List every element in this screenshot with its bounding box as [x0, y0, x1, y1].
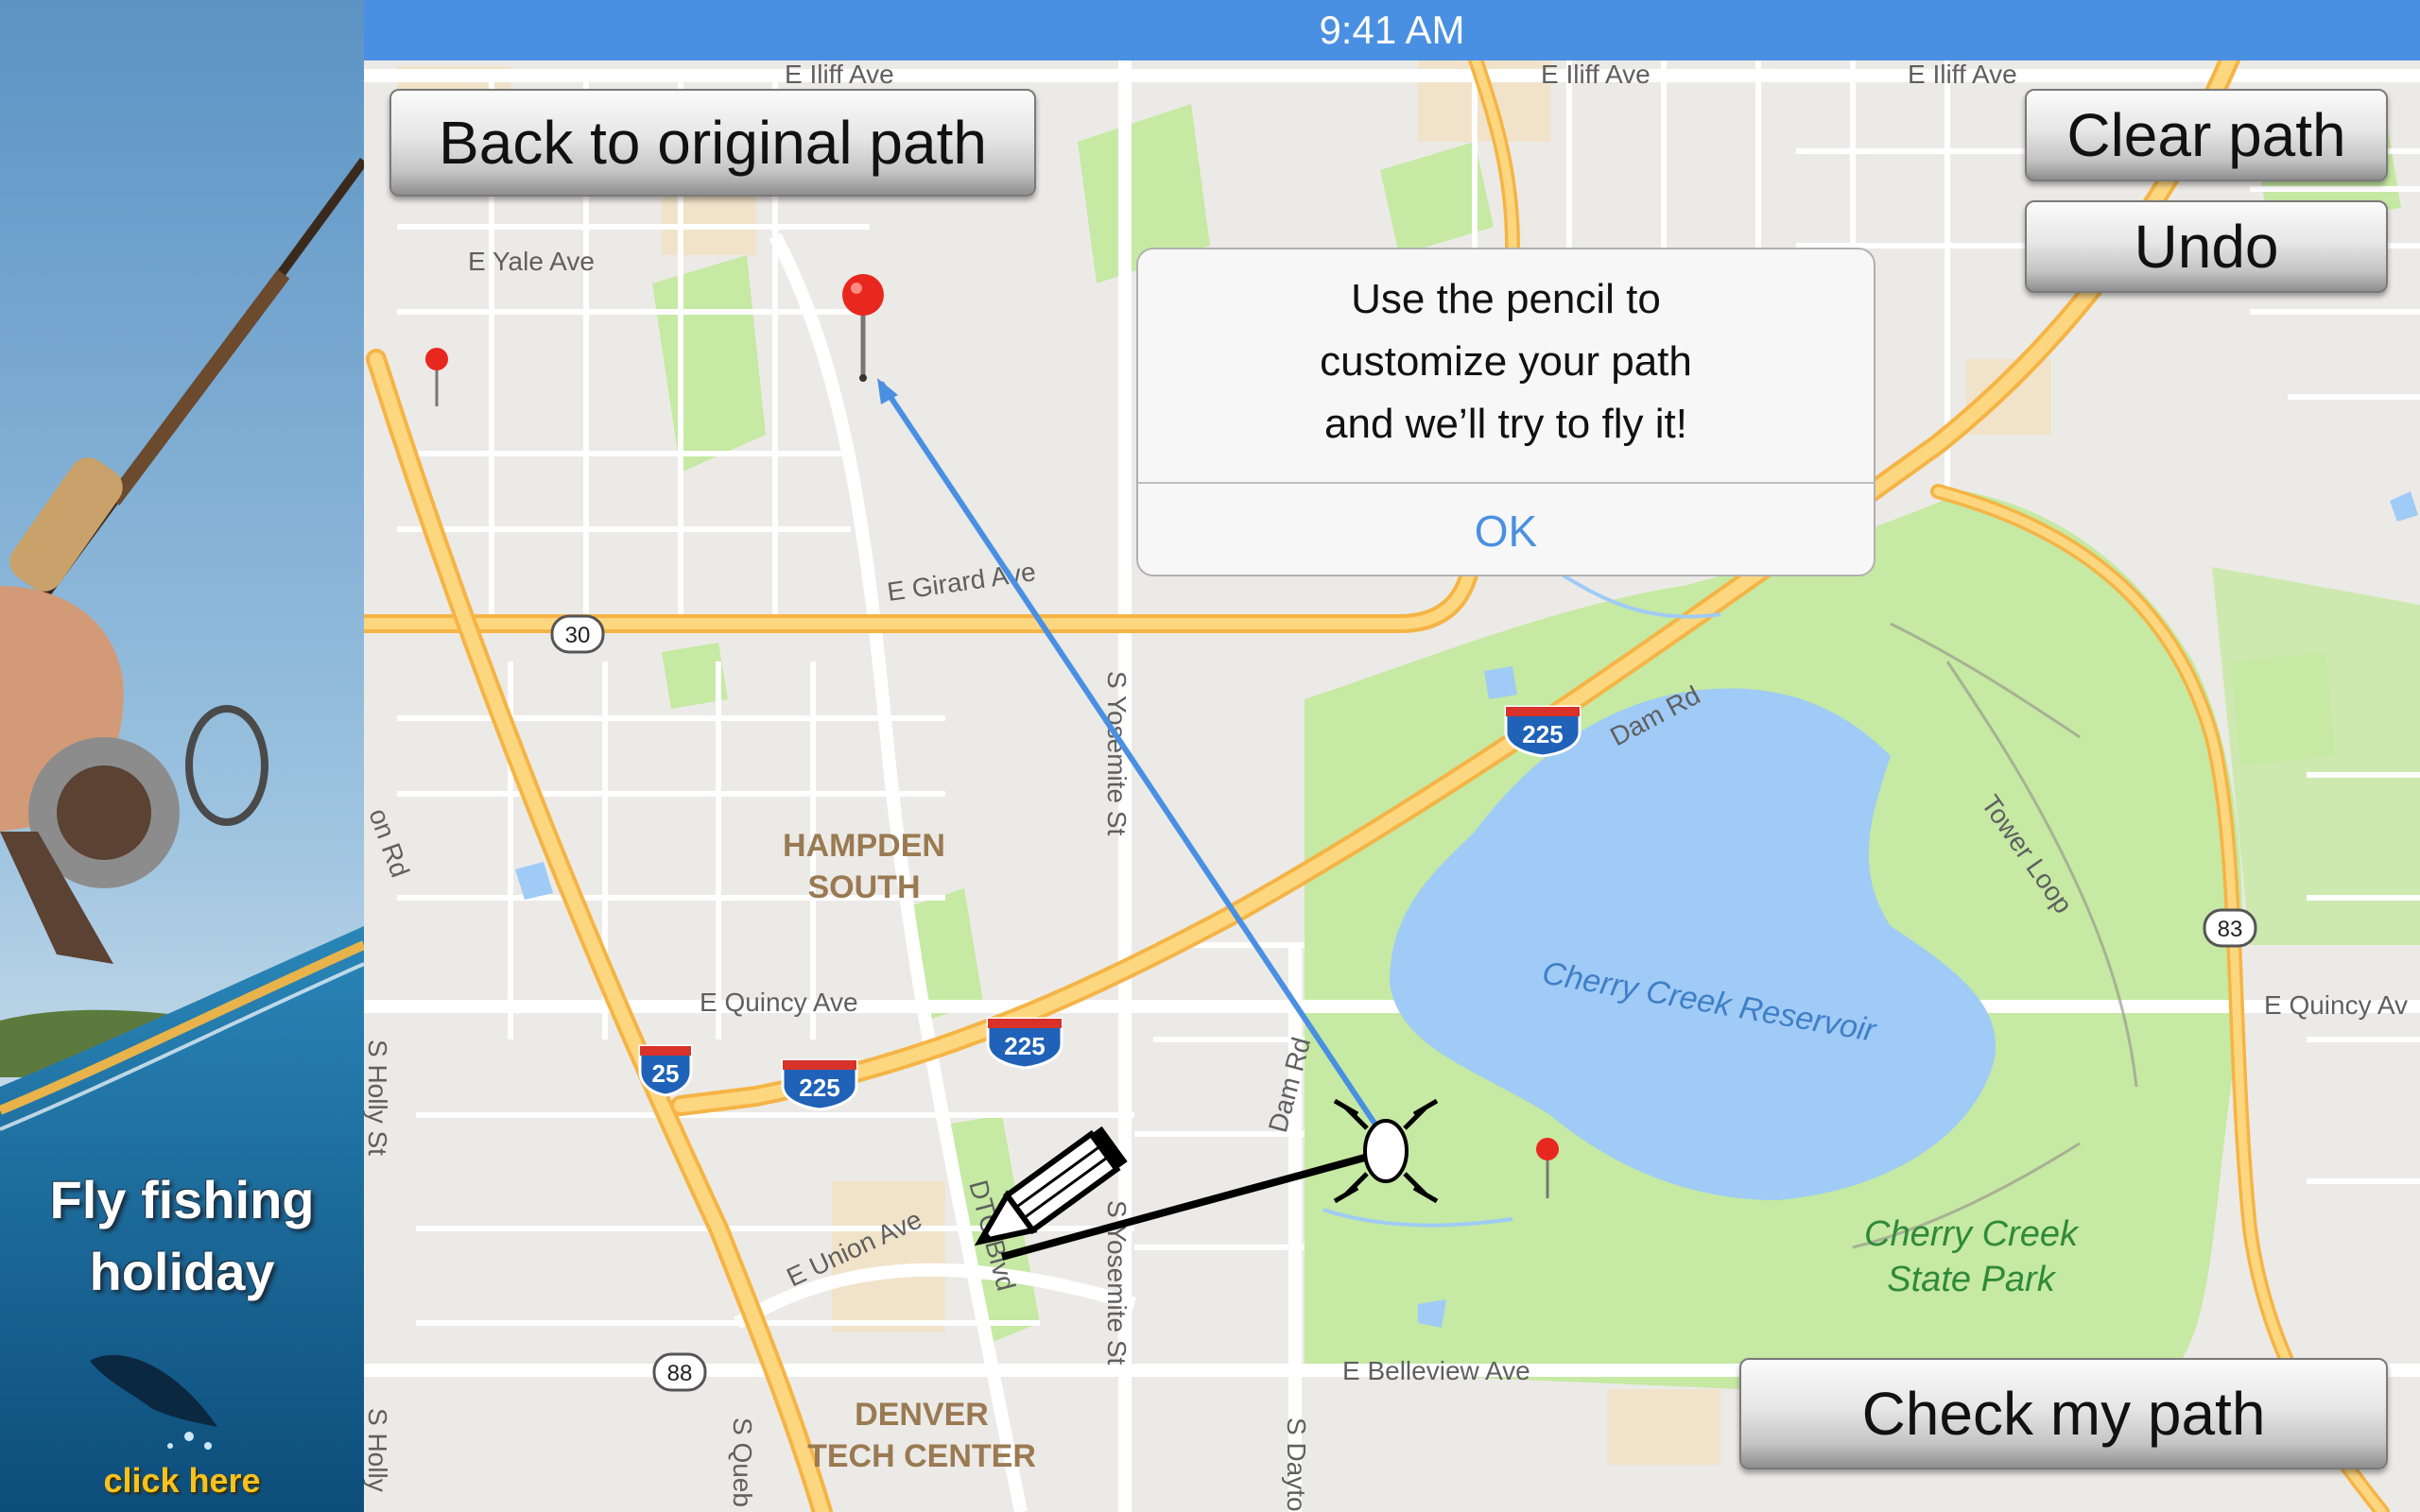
undo-button[interactable]: Undo — [2025, 200, 2388, 293]
label-iliff-right: E Iliff Ave — [1908, 60, 2017, 89]
ad-title: Fly fishing holiday — [0, 1164, 364, 1308]
svg-text:225: 225 — [1522, 720, 1563, 748]
svg-text:25: 25 — [652, 1059, 680, 1088]
ad-banner[interactable]: Fly fishing holiday click here — [0, 0, 364, 1512]
instruction-alert: Use the pencil to customize your path an… — [1136, 248, 1876, 576]
alert-line-2: customize your path — [1320, 338, 1692, 385]
label-iliff-mid: E Iliff Ave — [1541, 60, 1651, 89]
label-park-1: Cherry Creek — [1864, 1214, 2080, 1254]
shield-i25: 25 — [638, 1044, 693, 1097]
svg-text:225: 225 — [799, 1074, 839, 1102]
svg-text:225: 225 — [1004, 1032, 1045, 1060]
label-yale: E Yale Ave — [468, 247, 595, 276]
label-quincy-right: E Quincy Av — [2264, 990, 2408, 1020]
ad-title-line1: Fly fishing — [49, 1170, 315, 1229]
status-time: 9:41 AM — [1319, 8, 1465, 52]
shield-i225-north: 225 — [1504, 705, 1582, 758]
alert-message: Use the pencil to customize your path an… — [1138, 268, 1874, 455]
svg-text:88: 88 — [667, 1361, 693, 1386]
label-quincy: E Quincy Ave — [700, 988, 858, 1017]
label-hampden-2: SOUTH — [808, 869, 921, 905]
label-park-2: State Park — [1887, 1260, 2056, 1299]
label-quebec: S Queb — [728, 1418, 757, 1507]
shield-route-30: 30 — [550, 614, 605, 654]
svg-text:83: 83 — [2218, 917, 2243, 942]
shield-i225-south: 225 — [986, 1017, 1063, 1070]
label-dayton: S Dayto — [1282, 1418, 1311, 1512]
shield-route-83: 83 — [2203, 908, 2257, 948]
shield-route-88: 88 — [652, 1352, 707, 1392]
svg-text:30: 30 — [565, 623, 591, 648]
back-to-original-path-button[interactable]: Back to original path — [389, 89, 1036, 197]
label-holly-south: S Holly — [364, 1408, 392, 1492]
label-dtc-2: TECH CENTER — [807, 1438, 1036, 1474]
label-holly: S Holly St — [364, 1040, 392, 1156]
alert-line-1: Use the pencil to — [1351, 276, 1661, 322]
clear-path-button[interactable]: Clear path — [2025, 89, 2388, 181]
label-dtc-1: DENVER — [855, 1397, 989, 1433]
label-iliff-left: E Iliff Ave — [785, 60, 894, 89]
label-hampden-1: HAMPDEN — [783, 828, 945, 864]
alert-ok-button[interactable]: OK — [1138, 484, 1874, 575]
ad-title-line2: holiday — [89, 1242, 275, 1301]
check-my-path-button[interactable]: Check my path — [1739, 1358, 2388, 1469]
label-belleview: E Belleview Ave — [1342, 1356, 1530, 1385]
ad-click-here-link[interactable]: click here — [0, 1461, 364, 1501]
shield-i225-west: 225 — [781, 1058, 858, 1111]
alert-line-3: and we’ll try to fly it! — [1324, 401, 1687, 447]
status-bar: 9:41 AM — [364, 0, 2420, 60]
